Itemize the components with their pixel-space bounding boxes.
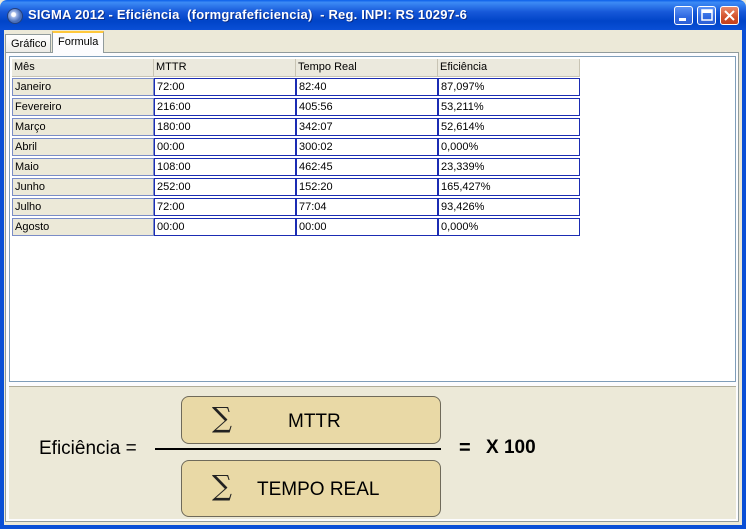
cell-eficiencia[interactable]: 52,614% [438, 118, 580, 136]
cell-mes[interactable]: Abril [12, 138, 154, 156]
sigma-icon: ∑ [212, 469, 232, 502]
maximize-button[interactable] [697, 6, 716, 25]
cell-mttr[interactable]: 00:00 [154, 138, 296, 156]
cell-tempo-real[interactable]: 82:40 [296, 78, 438, 96]
column-header-eficiencia[interactable]: Eficiência [438, 59, 580, 77]
maximize-icon [701, 9, 713, 21]
tab-formula[interactable]: Formula [52, 31, 104, 53]
cell-mes[interactable]: Junho [12, 178, 154, 196]
cell-mttr[interactable]: 00:00 [154, 218, 296, 236]
window-frame-left [0, 30, 4, 529]
column-header-mes[interactable]: Mês [12, 59, 154, 77]
numerator-box: ∑ MTTR [181, 396, 441, 444]
equals-sign: = [459, 437, 471, 459]
window-title: SIGMA 2012 - Eficiência (formgrafeficien… [28, 7, 468, 22]
cell-tempo-real[interactable]: 77:04 [296, 198, 438, 216]
formula-panel: Eficiência = ∑ MTTR ∑ TEMPO REAL = X 100 [9, 386, 736, 519]
column-header-mttr[interactable]: MTTR [154, 59, 296, 77]
window-frame-right [742, 30, 746, 529]
fraction-line [155, 448, 441, 450]
cell-tempo-real[interactable]: 300:02 [296, 138, 438, 156]
close-icon [724, 10, 735, 21]
cell-tempo-real[interactable]: 00:00 [296, 218, 438, 236]
data-grid[interactable]: Mês MTTR Tempo Real Eficiência Janeiro 72… [9, 56, 736, 382]
cell-tempo-real[interactable]: 342:07 [296, 118, 438, 136]
minimize-icon [679, 18, 686, 21]
cell-mes[interactable]: Janeiro [12, 78, 154, 96]
cell-eficiencia[interactable]: 0,000% [438, 138, 580, 156]
formula-label: Eficiência = [39, 438, 137, 459]
cell-eficiencia[interactable]: 165,427% [438, 178, 580, 196]
cell-mttr[interactable]: 216:00 [154, 98, 296, 116]
denominator-text: TEMPO REAL [257, 479, 380, 500]
sigma-icon: ∑ [212, 401, 232, 434]
cell-tempo-real[interactable]: 462:45 [296, 158, 438, 176]
cell-eficiencia[interactable]: 0,000% [438, 218, 580, 236]
app-icon[interactable] [7, 8, 23, 24]
cell-tempo-real[interactable]: 152:20 [296, 178, 438, 196]
close-button[interactable] [720, 6, 739, 25]
cell-mttr[interactable]: 180:00 [154, 118, 296, 136]
cell-eficiencia[interactable]: 87,097% [438, 78, 580, 96]
minimize-button[interactable] [674, 6, 693, 25]
cell-mes[interactable]: Julho [12, 198, 154, 216]
cell-mes[interactable]: Março [12, 118, 154, 136]
title-bar[interactable]: SIGMA 2012 - Eficiência (formgrafeficien… [0, 0, 746, 30]
cell-mttr[interactable]: 108:00 [154, 158, 296, 176]
column-header-tempo-real[interactable]: Tempo Real [296, 59, 438, 77]
cell-eficiencia[interactable]: 23,339% [438, 158, 580, 176]
cell-mttr[interactable]: 72:00 [154, 198, 296, 216]
cell-eficiencia[interactable]: 53,211% [438, 98, 580, 116]
cell-mes[interactable]: Maio [12, 158, 154, 176]
cell-tempo-real[interactable]: 405:56 [296, 98, 438, 116]
multiplier-text: X 100 [486, 437, 536, 458]
tab-grafico[interactable]: Gráfico [5, 34, 51, 52]
numerator-text: MTTR [288, 411, 341, 432]
cell-mes[interactable]: Agosto [12, 218, 154, 236]
cell-mes[interactable]: Fevereiro [12, 98, 154, 116]
cell-mttr[interactable]: 72:00 [154, 78, 296, 96]
window-frame-bottom [0, 525, 746, 529]
denominator-box: ∑ TEMPO REAL [181, 460, 441, 517]
cell-eficiencia[interactable]: 93,426% [438, 198, 580, 216]
cell-mttr[interactable]: 252:00 [154, 178, 296, 196]
